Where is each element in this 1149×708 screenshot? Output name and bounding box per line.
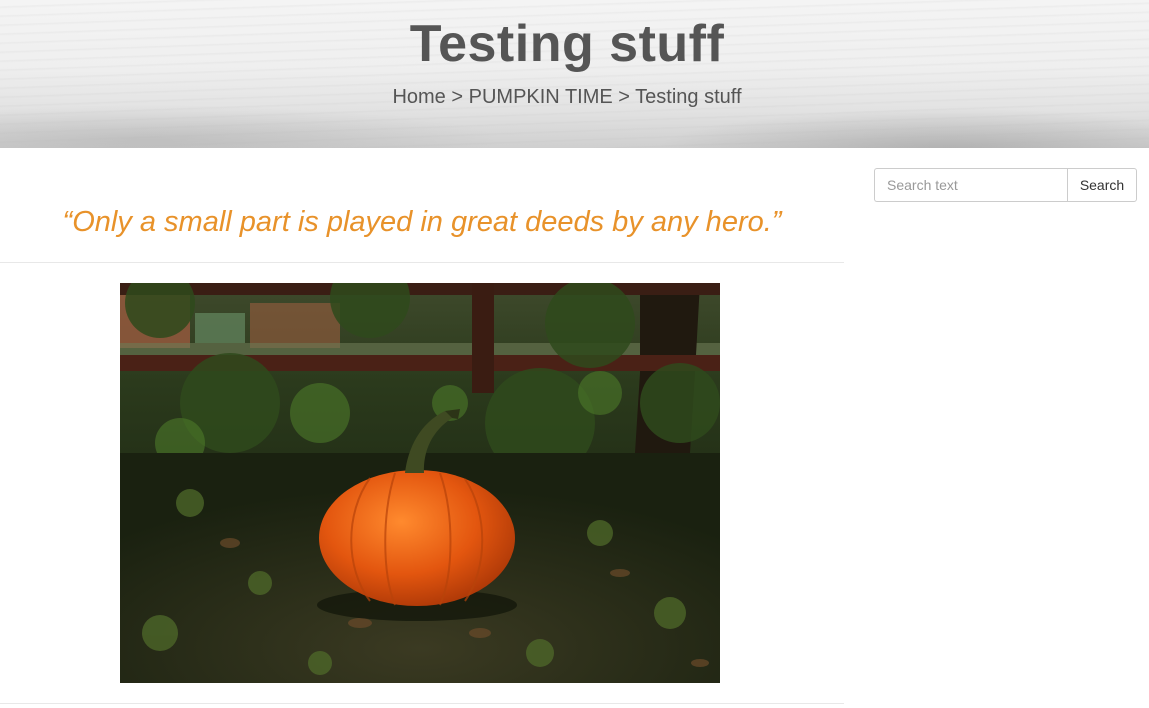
page-header-banner: Testing stuff Home > PUMPKIN TIME > Test… [0,0,1149,148]
breadcrumb-home-link[interactable]: Home [392,86,445,108]
breadcrumb-separator: > [451,86,464,108]
search-form: Search [874,168,1137,202]
pumpkin-image [120,283,720,683]
breadcrumb-current: Testing stuff [635,86,742,108]
content-divider [0,703,844,704]
search-button[interactable]: Search [1067,168,1137,202]
content-divider [0,262,844,263]
page-title: Testing stuff [409,15,725,73]
breadcrumb-separator: > [618,86,630,108]
search-input[interactable] [874,168,1067,202]
breadcrumb: Home > PUMPKIN TIME > Testing stuff [0,86,1134,109]
pumpkin-photo [120,283,720,683]
breadcrumb-category-link[interactable]: PUMPKIN TIME [469,86,613,108]
quote-text: “Only a small part is played in great de… [62,206,782,238]
